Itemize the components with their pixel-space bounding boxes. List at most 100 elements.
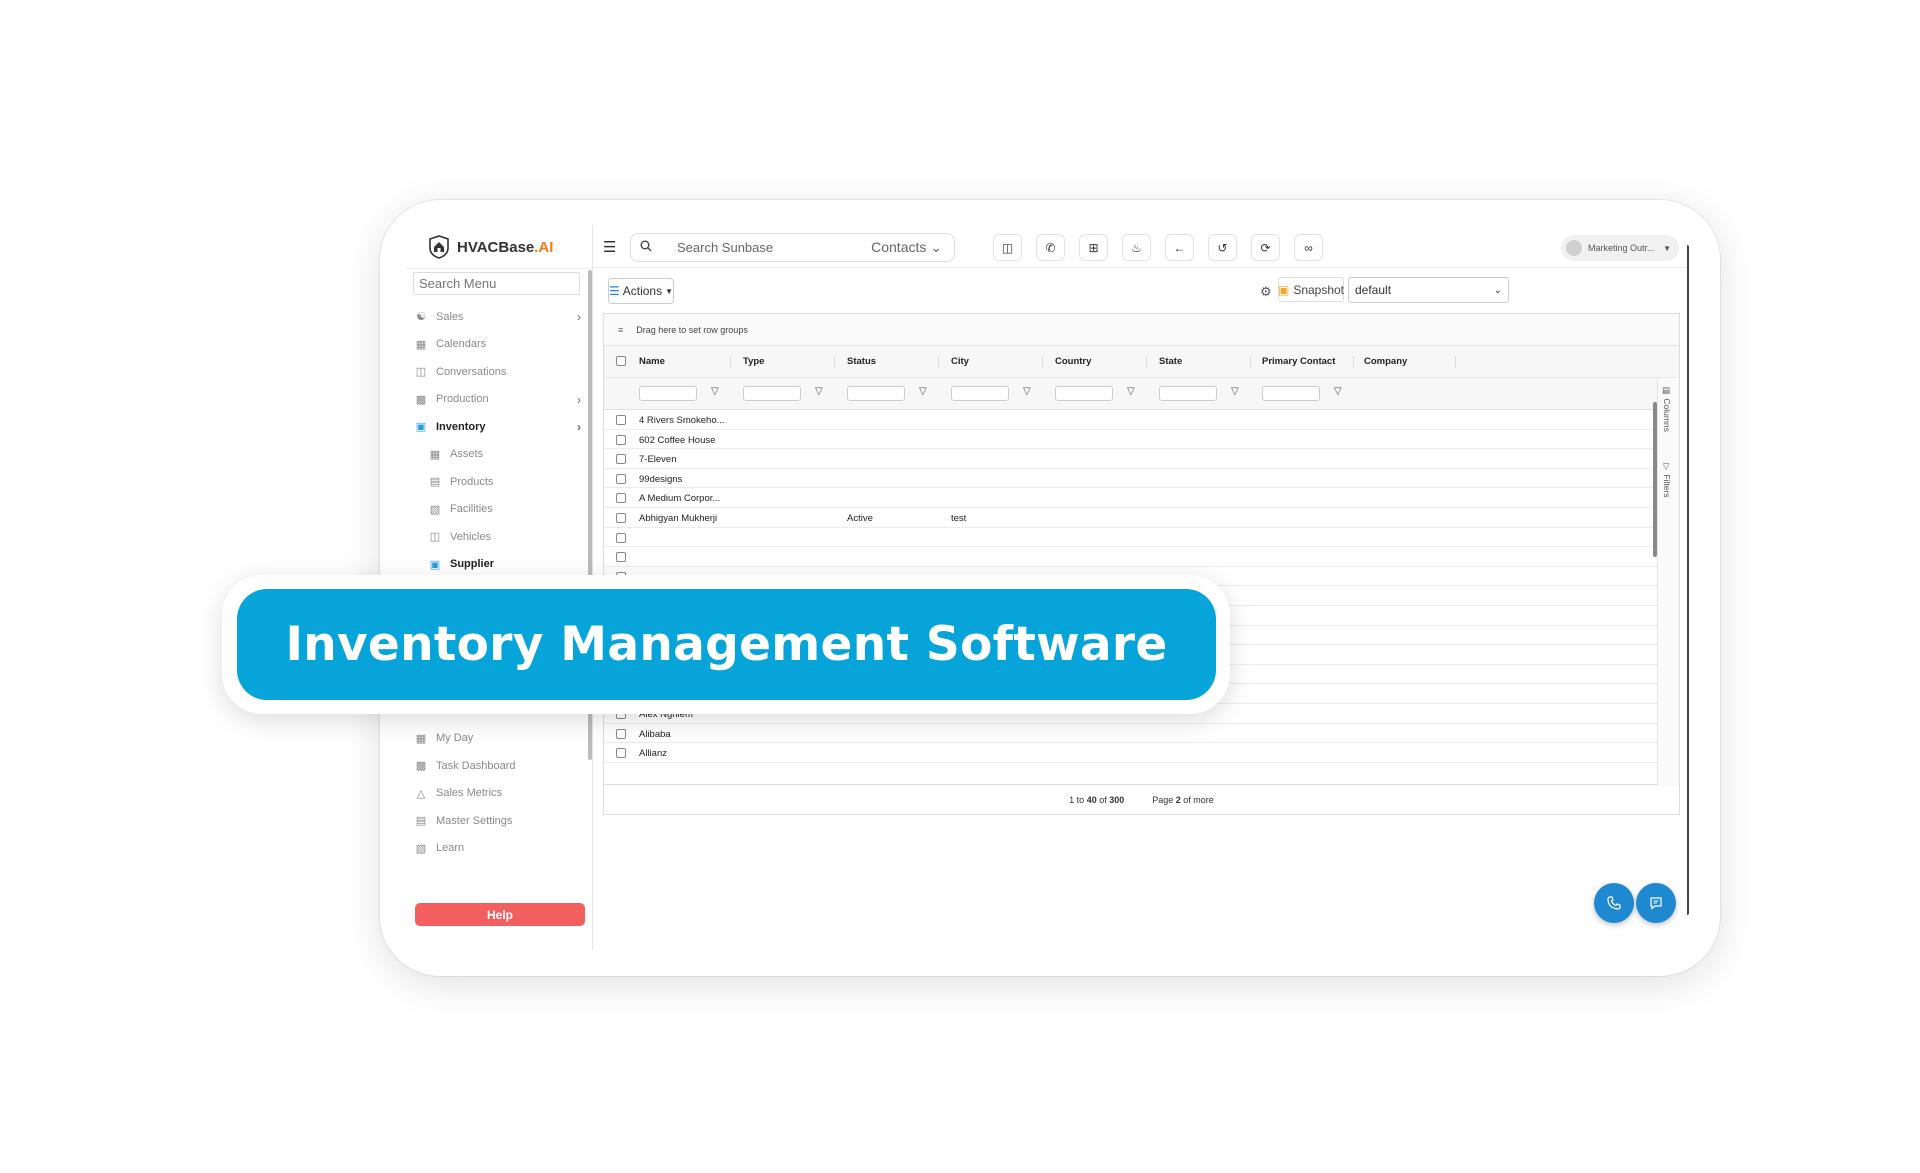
actions-button[interactable]: ☰ Actions ▼	[608, 278, 674, 304]
filter-input[interactable]	[743, 386, 801, 401]
gear-icon[interactable]: ⚙	[1260, 284, 1272, 300]
filter-input[interactable]	[1262, 386, 1320, 401]
filter-input[interactable]	[847, 386, 905, 401]
filter-icon[interactable]: ▽	[1127, 386, 1135, 397]
sidebar-item-learn[interactable]: ▧ Learn	[413, 835, 583, 863]
refresh-icon[interactable]: ⟳	[1251, 234, 1280, 261]
column-resize-handle[interactable]	[1146, 356, 1147, 368]
column-header-city[interactable]: City	[951, 356, 969, 367]
table-row[interactable]: 99designs	[604, 469, 1679, 489]
row-checkbox[interactable]	[616, 434, 626, 445]
column-header-primary-contact[interactable]: Primary Contact	[1262, 356, 1335, 367]
sidebar-item-vehicles[interactable]: ◫ Vehicles	[413, 523, 583, 551]
history-icon[interactable]: ↺	[1208, 234, 1237, 261]
settings-doc-icon: ▤	[415, 815, 427, 828]
column-resize-handle[interactable]	[938, 356, 939, 368]
column-header-type[interactable]: Type	[743, 356, 764, 367]
column-header-name[interactable]: Name	[639, 356, 665, 367]
column-header-company[interactable]: Company	[1364, 356, 1407, 367]
filter-icon[interactable]: ▽	[919, 386, 927, 397]
table-row[interactable]: A Medium Corpor...	[604, 488, 1679, 508]
bell-icon[interactable]: ♨	[1122, 234, 1151, 261]
snapshot-button[interactable]: ▣ Snapshot	[1278, 277, 1344, 302]
chat-icon	[1650, 897, 1662, 910]
sidebar-item-task-dashboard[interactable]: ▩ Task Dashboard	[413, 752, 583, 780]
search-input[interactable]: Search Sunbase	[661, 240, 871, 255]
filter-icon[interactable]: ▽	[815, 386, 823, 397]
row-group-panel[interactable]: ≡ Drag here to set row groups	[604, 314, 1679, 346]
row-checkbox[interactable]	[616, 532, 626, 543]
columns-tab[interactable]: ▤ Columns	[1662, 386, 1672, 432]
table-row[interactable]: Alibaba	[604, 724, 1679, 744]
filter-icon[interactable]: ▽	[1231, 386, 1239, 397]
avatar	[1566, 240, 1582, 256]
search-scope-dropdown[interactable]: Contacts ⌄	[871, 239, 954, 256]
call-fab-button[interactable]	[1594, 883, 1634, 923]
glasses-icon[interactable]: ∞	[1294, 234, 1323, 261]
column-resize-handle[interactable]	[1250, 356, 1251, 368]
phone-icon[interactable]: ✆	[1036, 234, 1065, 261]
row-checkbox[interactable]	[616, 473, 626, 484]
column-header-status[interactable]: Status	[847, 356, 876, 367]
global-search[interactable]: Search Sunbase Contacts ⌄	[630, 233, 955, 262]
column-resize-handle[interactable]	[834, 356, 835, 368]
chevron-right-icon: ›	[577, 420, 581, 434]
chevron-down-icon: ⌄	[930, 239, 942, 255]
list-icon: ☰	[608, 284, 620, 298]
row-checkbox[interactable]	[616, 512, 626, 523]
chat-fab-button[interactable]	[1636, 883, 1676, 923]
column-header-state[interactable]: State	[1159, 356, 1182, 367]
add-icon[interactable]: ⊞	[1079, 234, 1108, 261]
table-row[interactable]: Allianz	[604, 743, 1679, 763]
table-row[interactable]: 4 Rivers Smokeho...	[604, 410, 1679, 430]
table-row[interactable]	[604, 547, 1679, 567]
sidebar-item-supplier[interactable]: ▣ Supplier	[413, 551, 583, 579]
view-select[interactable]: default ⌄	[1348, 277, 1509, 303]
sidebar-item-assets[interactable]: ▦ Assets	[413, 441, 583, 469]
logo[interactable]: HVACBase.AI	[427, 233, 553, 261]
column-resize-handle[interactable]	[1042, 356, 1043, 368]
row-checkbox[interactable]	[616, 748, 626, 759]
sidebar-item-inventory[interactable]: ▣ Inventory ›	[413, 413, 583, 441]
row-checkbox[interactable]	[616, 415, 626, 425]
hamburger-menu-icon[interactable]: ☰	[603, 238, 616, 256]
column-resize-handle[interactable]	[730, 356, 731, 368]
column-resize-handle[interactable]	[1353, 356, 1354, 368]
filter-icon[interactable]: ▽	[711, 386, 719, 397]
sidebar-item-sales-metrics[interactable]: △ Sales Metrics	[413, 780, 583, 808]
column-resize-handle[interactable]	[1455, 356, 1456, 368]
filter-input[interactable]	[951, 386, 1009, 401]
filter-icon[interactable]: ▽	[1334, 386, 1342, 397]
table-row[interactable]: 602 Coffee House	[604, 430, 1679, 450]
table-row[interactable]: 7-Eleven	[604, 449, 1679, 469]
filter-input[interactable]	[1055, 386, 1113, 401]
truck-icon: ◫	[429, 531, 441, 544]
select-all-checkbox[interactable]	[616, 356, 626, 366]
column-header-country[interactable]: Country	[1055, 356, 1091, 367]
table-row[interactable]: Abhigyan Mukherji Active test	[604, 508, 1679, 528]
filter-input[interactable]	[639, 386, 697, 401]
back-arrow-icon[interactable]: ←	[1165, 234, 1194, 261]
row-checkbox[interactable]	[616, 493, 626, 504]
table-row[interactable]	[604, 528, 1679, 548]
filter-input[interactable]	[1159, 386, 1217, 401]
user-menu[interactable]: Marketing Outr... ▼	[1561, 235, 1679, 261]
user-name: Marketing Outr...	[1588, 243, 1655, 253]
row-checkbox[interactable]	[616, 728, 626, 739]
sidebar-item-products[interactable]: ▤ Products	[413, 468, 583, 496]
header-row: Name Type Status City Country State Primary Co…	[604, 346, 1679, 378]
row-checkbox[interactable]	[616, 454, 626, 465]
filters-tab[interactable]: ▽ Filters	[1662, 462, 1672, 498]
sidebar-item-my-day[interactable]: ▦ My Day	[413, 725, 583, 753]
chat-icon[interactable]: ◫	[993, 234, 1022, 261]
sidebar-item-production[interactable]: ▩ Production ›	[413, 386, 583, 414]
filter-icon[interactable]: ▽	[1023, 386, 1031, 397]
help-button[interactable]: Help	[415, 903, 585, 926]
sidebar-item-master-settings[interactable]: ▤ Master Settings	[413, 807, 583, 835]
sidebar-item-facilities[interactable]: ▧ Facilities	[413, 496, 583, 524]
sidebar-item-calendars[interactable]: ▦ Calendars	[413, 331, 583, 359]
sidebar-item-conversations[interactable]: ◫ Conversations	[413, 358, 583, 386]
row-checkbox[interactable]	[616, 552, 626, 563]
search-menu-input[interactable]	[413, 272, 580, 295]
sidebar-item-sales[interactable]: ☯ Sales ›	[413, 303, 583, 331]
